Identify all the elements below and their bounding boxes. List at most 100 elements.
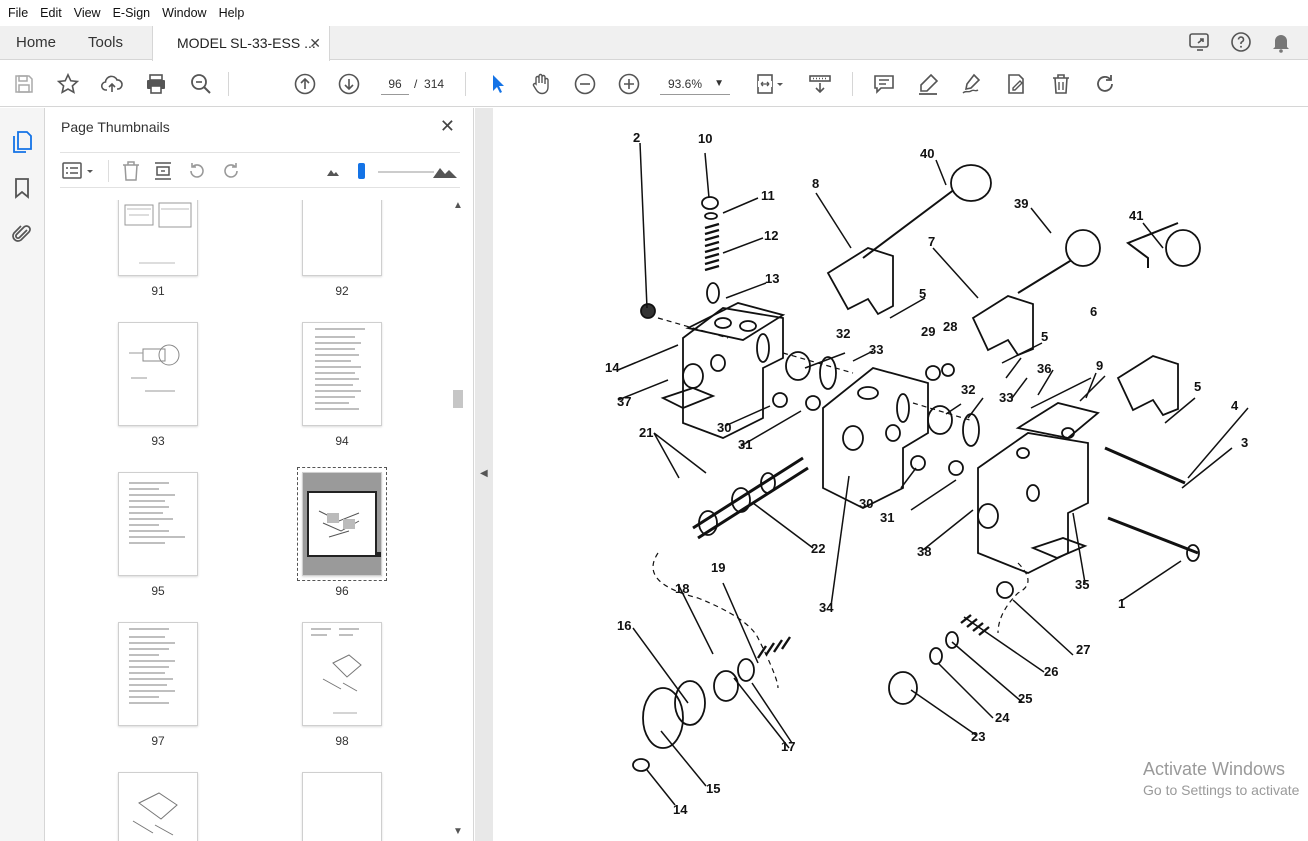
select-tool-button[interactable] — [484, 70, 512, 98]
print-icon — [147, 74, 165, 94]
o-ring — [925, 365, 941, 381]
thumbnail-page-label: 91 — [151, 284, 165, 298]
callout-5: 5 — [919, 286, 926, 301]
callout-30: 30 — [859, 496, 873, 511]
page-fit-button[interactable] — [750, 70, 788, 98]
page-separator: / — [414, 77, 418, 91]
next-page-button[interactable] — [335, 70, 363, 98]
visible-area-indicator[interactable] — [307, 491, 377, 557]
tab-document[interactable]: MODEL SL-33-ESS ... ✕ — [152, 26, 330, 61]
tabbar-right-icons — [1188, 31, 1292, 53]
comment-icon — [874, 75, 894, 94]
callout-36: 36 — [1037, 361, 1051, 376]
comment-button[interactable] — [870, 70, 898, 98]
callout-1: 1 — [1118, 596, 1125, 611]
tab-tools[interactable]: Tools — [88, 26, 123, 60]
menu-esign[interactable]: E-Sign — [107, 6, 157, 20]
scroll-down-arrow[interactable]: ▼ — [453, 826, 463, 837]
page-thumbnail-96[interactable] — [297, 467, 387, 581]
menu-edit[interactable]: Edit — [34, 6, 68, 20]
notifications-bell-icon[interactable] — [1270, 31, 1292, 53]
bookmark-star-button[interactable] — [54, 70, 82, 98]
page-thumbnail-94[interactable] — [302, 322, 382, 426]
o-ring — [948, 460, 964, 476]
menu-help[interactable]: Help — [213, 6, 251, 20]
collapse-panel-arrow[interactable]: ◀ — [480, 468, 488, 479]
callout-35: 35 — [1075, 577, 1089, 592]
thumbnail-options-icon[interactable] — [62, 160, 96, 182]
page-thumbnail-97[interactable] — [118, 622, 198, 726]
toolbar-separator — [228, 72, 229, 96]
resize-handle[interactable] — [376, 552, 381, 557]
upload-button[interactable] — [98, 70, 126, 98]
thumbnail-smaller-icon[interactable] — [322, 160, 344, 182]
zoom-in-button[interactable] — [615, 70, 643, 98]
menu-window[interactable]: Window — [156, 6, 212, 20]
help-icon[interactable] — [1230, 31, 1252, 53]
page-thumbnail-92[interactable] — [302, 200, 382, 276]
attachments-paperclip-icon[interactable] — [10, 222, 34, 246]
bookmarks-icon[interactable] — [10, 176, 34, 200]
zoom-out-button[interactable] — [571, 70, 599, 98]
hand-tool-button[interactable] — [527, 70, 555, 98]
menu-view[interactable]: View — [68, 6, 107, 20]
rotate-left-icon[interactable] — [186, 160, 208, 182]
callout-28: 28 — [943, 319, 957, 334]
callout-23: 23 — [971, 729, 985, 744]
ball — [996, 581, 1014, 599]
ball — [640, 303, 656, 319]
thumbnail-scrollbar[interactable]: ▲ ▼ — [450, 200, 466, 841]
thumbnail-size-slider[interactable] — [378, 171, 434, 173]
fill-sign-icon — [1008, 74, 1024, 94]
highlight-button[interactable] — [914, 70, 942, 98]
page-preview — [311, 628, 362, 714]
page-number-input[interactable]: 96 — [381, 73, 409, 95]
page-preview — [132, 792, 178, 836]
fit-page-icon — [757, 74, 783, 94]
find-button[interactable] — [187, 70, 215, 98]
callout-27: 27 — [1076, 642, 1090, 657]
fill-sign-button[interactable] — [1002, 70, 1030, 98]
zoom-level-select[interactable]: 93.6% ▼ — [660, 73, 730, 95]
rotate-button[interactable] — [1091, 70, 1119, 98]
thumbnail-page-label: 98 — [335, 734, 349, 748]
bolt — [1104, 446, 1186, 485]
delete-icon — [1053, 74, 1069, 94]
scroll-up-arrow[interactable]: ▲ — [453, 200, 463, 211]
save-button[interactable] — [10, 70, 38, 98]
rotate-right-icon[interactable] — [220, 160, 242, 182]
exploded-parts-diagram: 2 10 11 12 13 8 40 39 41 7 5 5 5 6 9 14 … — [605, 130, 1249, 817]
callout-39: 39 — [1014, 196, 1028, 211]
tab-home[interactable]: Home — [16, 26, 56, 60]
callout-18: 17 — [781, 739, 795, 754]
scroll-mode-button[interactable] — [806, 70, 834, 98]
sign-button[interactable] — [958, 70, 986, 98]
delete-page-icon[interactable] — [120, 160, 142, 182]
close-panel-icon[interactable]: ✕ — [440, 116, 455, 137]
callout-33: 33 — [869, 342, 883, 357]
page-thumbnails-panel: Page Thumbnails ✕ 91 92 93 94 95 96 97 9… — [46, 108, 474, 841]
document-tab-title: MODEL SL-33-ESS ... — [177, 35, 316, 51]
extract-pages-icon[interactable] — [152, 160, 174, 182]
page-thumbnail-93[interactable] — [118, 322, 198, 426]
page-thumbnail-99[interactable] — [118, 772, 198, 841]
o-ring — [785, 351, 811, 381]
delete-button[interactable] — [1047, 70, 1075, 98]
scrollbar-thumb[interactable] — [453, 390, 463, 408]
thumbnail-larger-icon[interactable] — [432, 160, 458, 182]
panel-splitter[interactable]: ◀ — [475, 108, 493, 841]
page-thumbnail-91[interactable] — [118, 200, 198, 276]
print-button[interactable] — [142, 70, 170, 98]
total-pages: 314 — [424, 77, 445, 91]
previous-page-button[interactable] — [291, 70, 319, 98]
page-thumbnail-100[interactable] — [302, 772, 382, 841]
thumbnail-size-slider-handle[interactable] — [358, 163, 365, 179]
page-thumbnails-icon[interactable] — [10, 130, 34, 154]
close-tab-icon[interactable]: ✕ — [309, 26, 321, 60]
o-ring — [713, 670, 739, 702]
page-preview — [129, 628, 175, 704]
menu-file[interactable]: File — [2, 6, 34, 20]
page-thumbnail-98[interactable] — [302, 622, 382, 726]
share-screen-icon[interactable] — [1188, 31, 1212, 53]
page-thumbnail-95[interactable] — [118, 472, 198, 576]
